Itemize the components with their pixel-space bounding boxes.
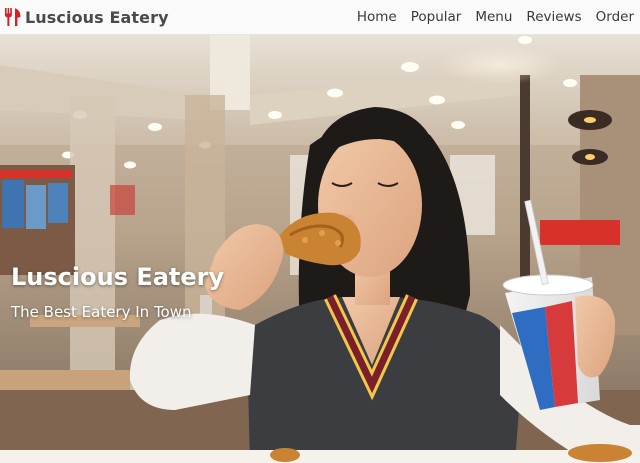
brand-name: Luscious Eatery (25, 7, 169, 27)
nav-link-reviews[interactable]: Reviews (519, 0, 588, 35)
hero-section: Luscious Eatery The Best Eatery In Town (0, 35, 640, 463)
hero-image (0, 35, 640, 463)
nav-link-order[interactable]: Order (589, 0, 634, 35)
nav-link-popular[interactable]: Popular (404, 0, 469, 35)
fork-knife-icon (4, 7, 22, 27)
nav-link-home[interactable]: Home (350, 0, 404, 35)
hero-subtitle: The Best Eatery In Town (11, 303, 192, 321)
brand-logo-link[interactable]: Luscious Eatery (4, 7, 169, 27)
nav-link-menu[interactable]: Menu (468, 0, 519, 35)
main-nav: Home Popular Menu Reviews Order (350, 0, 634, 35)
navbar: Luscious Eatery Home Popular Menu Review… (0, 0, 640, 35)
hero-title: Luscious Eatery (11, 263, 225, 291)
